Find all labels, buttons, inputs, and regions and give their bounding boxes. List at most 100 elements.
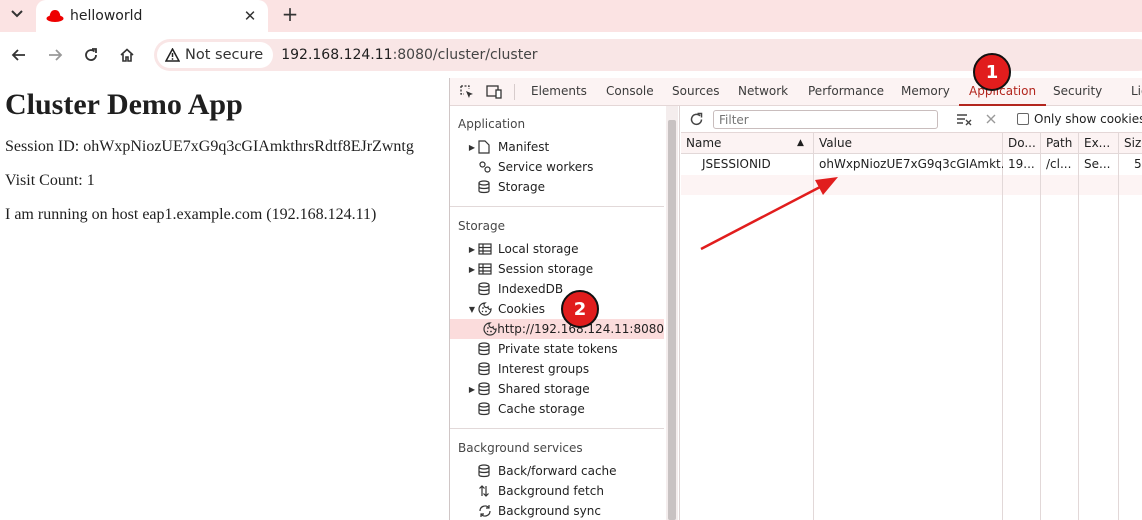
database-icon [478,464,498,478]
sidebar-divider [450,206,664,207]
clear-filtered-cookies-icon[interactable] [955,110,973,128]
refresh-icon[interactable] [687,110,705,128]
database-icon [478,382,498,396]
sidebar-item-storage[interactable]: Storage [450,177,664,197]
cookie-name-cell[interactable]: JSESSIONID [697,154,814,174]
only-show-issues-checkbox[interactable]: Only show cookies wi [1017,112,1142,126]
expand-arrow-icon[interactable]: ▶ [466,143,478,152]
sidebar-item-label: Storage [498,180,545,194]
redhat-favicon-icon [46,10,64,22]
tab-security[interactable]: Security [1053,78,1102,106]
cookie-value-cell[interactable]: ohWxpNiozUE7xG9q3cGIAmkt... [814,154,1003,174]
cookies-toolbar: Only show cookies wi [681,106,1142,133]
sidebar-item-label: Service workers [498,160,594,174]
sidebar-item-session-storage[interactable]: ▶ Session storage [450,259,664,279]
back-button[interactable] [5,41,33,69]
cookie-domain-cell[interactable]: 19... [1003,154,1041,174]
only-show-label: Only show cookies wi [1034,112,1142,126]
reload-icon [85,48,97,61]
sidebar-item-label: Session storage [498,262,594,276]
database-icon [478,282,498,296]
sidebar-item-service-workers[interactable]: Service workers [450,157,664,177]
table-icon [478,243,498,255]
tab-lighthouse[interactable]: Lig [1131,78,1142,106]
sidebar-item-label: Background sync [498,504,601,518]
collapse-arrow-icon[interactable]: ▼ [466,305,478,314]
table-icon [478,263,498,275]
expand-arrow-icon[interactable]: ▶ [466,265,478,274]
security-chip[interactable]: Not secure [157,42,274,68]
column-divider [1003,133,1041,520]
tab-sources[interactable]: Sources [672,78,719,106]
delete-selected-icon[interactable] [982,110,1000,128]
forward-arrow-icon [49,49,63,61]
reload-button[interactable] [77,41,105,69]
expand-arrow-icon[interactable]: ▶ [466,245,478,254]
cookies-table: Name ▲ Value Do... Path Ex... Size JSESS… [681,133,1142,520]
tab-title: helloworld [70,8,143,24]
new-tab-button[interactable]: + [277,2,303,26]
browser-tab[interactable]: helloworld ✕ [36,0,268,32]
chevron-down-icon [11,10,23,18]
home-button[interactable] [113,41,141,69]
cookie-icon [478,302,498,316]
column-header-size[interactable]: Size [1119,133,1142,154]
column-divider [681,133,814,520]
close-tab-icon[interactable]: ✕ [238,4,262,28]
database-icon [478,342,498,356]
annotation-badge-2: 2 [561,290,599,328]
web-page: Cluster Demo App Session ID: ohWxpNiozUE… [0,78,449,520]
sidebar-item-indexeddb[interactable]: IndexedDB [450,279,664,299]
sidebar-item-back-forward-cache[interactable]: Back/forward cache [450,461,664,481]
sidebar-item-background-fetch[interactable]: Background fetch [450,481,664,501]
sidebar-item-cache-storage[interactable]: Cache storage [450,399,664,419]
annotation-badge-1: 1 [973,53,1011,91]
cookie-path-cell[interactable]: /cl... [1041,154,1079,174]
tab-network[interactable]: Network [738,78,788,106]
tab-search-button[interactable] [4,2,30,26]
filter-input[interactable] [713,110,938,129]
devtools-panel: Elements Console Sources Network Perform… [449,78,1142,520]
tab-console[interactable]: Console [606,78,654,106]
sidebar-item-private-state-tokens[interactable]: Private state tokens [450,339,664,359]
column-header-expires[interactable]: Ex... [1079,133,1119,154]
back-arrow-icon [11,49,25,61]
sidebar-item-local-storage[interactable]: ▶ Local storage [450,239,664,259]
column-header-path[interactable]: Path [1041,133,1079,154]
forward-button[interactable] [41,41,69,69]
tab-performance[interactable]: Performance [808,78,884,106]
sidebar-item-cookie-origin[interactable]: http://192.168.124.11:8080 [450,319,664,339]
sidebar-header-storage: Storage [458,219,505,233]
inspect-element-icon[interactable] [458,83,476,101]
warning-icon [165,48,180,62]
cookie-size-cell[interactable]: 5 [1129,154,1142,174]
column-header-domain[interactable]: Do... [1003,133,1041,154]
sidebar-item-shared-storage[interactable]: ▶ Shared storage [450,379,664,399]
column-header-value[interactable]: Value [814,133,1003,154]
sidebar-divider [450,428,664,429]
sidebar-item-label: IndexedDB [498,282,564,296]
cookie-expires-cell[interactable]: Se... [1079,154,1119,174]
checkbox[interactable] [1017,113,1029,125]
visit-count-text: Visit Count: 1 [5,172,95,189]
tab-strip: helloworld ✕ + [0,0,1142,32]
toolbar-divider [514,84,515,100]
sidebar-item-label: Interest groups [498,362,590,376]
sidebar-item-manifest[interactable]: ▶ Manifest [450,137,664,157]
sidebar-scrollbar-thumb[interactable] [668,120,676,520]
sidebar-item-label: Shared storage [498,382,590,396]
column-header-name[interactable]: Name ▲ [681,133,814,154]
host-text: I am running on host eap1.example.com (1… [5,206,377,223]
sidebar-header-application: Application [458,117,526,131]
browser-toolbar: Not secure 192.168.124.11:8080/cluster/c… [0,32,1142,78]
tab-elements[interactable]: Elements [531,78,587,106]
device-toolbar-icon[interactable] [485,83,503,101]
expand-arrow-icon[interactable]: ▶ [466,385,478,394]
tab-memory[interactable]: Memory [901,78,950,106]
cookies-panel: Only show cookies wi Name ▲ Value Do... … [681,106,1142,520]
panel-splitter[interactable] [679,106,680,520]
sidebar-item-background-sync[interactable]: Background sync [450,501,664,520]
sidebar-item-interest-groups[interactable]: Interest groups [450,359,664,379]
sidebar-item-label: Manifest [498,140,550,154]
sidebar-item-cookies[interactable]: ▼ Cookies [450,299,664,319]
